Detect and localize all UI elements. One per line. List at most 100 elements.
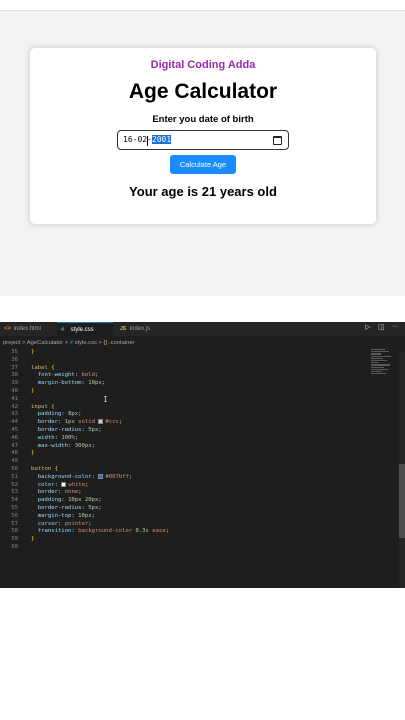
- line-number: 42: [11, 403, 18, 410]
- page-title: Age Calculator: [128, 80, 278, 103]
- code-line: }: [31, 450, 365, 458]
- brand-name: Digital Coding Adda: [150, 59, 256, 71]
- text-cursor: [147, 136, 148, 146]
- code-token: solid: [74, 419, 99, 426]
- code-editor: <> index.html # style.css JS index.js ▷ …: [0, 322, 405, 588]
- code-line: width: 100%;: [31, 435, 365, 443]
- minimap-line: [371, 351, 389, 353]
- code-line: }: [31, 388, 365, 396]
- run-icon[interactable]: ▷: [365, 323, 370, 331]
- code-line: input {: [31, 404, 365, 412]
- code-line: border: 1px solid #ccc;: [31, 419, 365, 427]
- code-token: padding: [31, 411, 62, 418]
- tab-style-css[interactable]: # style.css: [57, 322, 113, 336]
- color-swatch[interactable]: [98, 419, 104, 425]
- minimap[interactable]: [371, 349, 393, 389]
- code-token: 5px: [88, 504, 99, 511]
- code-token: 8px: [68, 411, 79, 418]
- code-token: 300px: [74, 442, 92, 449]
- calendar-icon[interactable]: [273, 136, 282, 145]
- line-number: 58: [11, 528, 18, 535]
- vertical-scrollbar[interactable]: [399, 352, 405, 588]
- line-number: 38: [11, 372, 18, 379]
- color-swatch[interactable]: [98, 473, 104, 479]
- minimap-line: [371, 362, 379, 364]
- code-token: :: [74, 372, 82, 379]
- line-number: 36: [11, 356, 18, 363]
- minimap-line: [371, 357, 383, 359]
- calculator-card: Digital Coding Adda Age Calculator Enter…: [30, 48, 376, 224]
- code-token: ;: [88, 520, 92, 527]
- html-file-icon: <>: [4, 326, 12, 332]
- line-number: 56: [11, 512, 18, 519]
- breadcrumb-folder[interactable]: AgeCalculator: [27, 340, 63, 346]
- code-token: :: [54, 481, 62, 488]
- code-area[interactable]: } label { font-weight: bold; margin-botto…: [31, 349, 365, 552]
- code-token: border: [31, 419, 58, 426]
- code-line: transition: background-color 0.3s ease;: [31, 528, 365, 536]
- code-token: 10px: [88, 380, 102, 387]
- code-token: ;: [98, 497, 102, 504]
- code-token: input: [31, 403, 52, 410]
- code-token: label: [31, 364, 52, 371]
- color-swatch[interactable]: [61, 481, 67, 487]
- code-token: margin-bottom: [31, 380, 82, 387]
- code-line: background-color: #007bff;: [31, 473, 365, 482]
- code-token: background-color: [31, 473, 92, 480]
- line-number: 52: [11, 481, 18, 488]
- code-token: bold: [81, 372, 96, 379]
- code-token: background-color: [78, 528, 136, 535]
- dob-date-input[interactable]: 16-02-2001: [117, 130, 289, 150]
- code-token: {: [51, 403, 55, 410]
- css-file-icon: #: [61, 327, 65, 333]
- code-token: ;: [165, 528, 170, 535]
- calculate-age-button[interactable]: Calculate Age: [170, 155, 236, 174]
- minimap-line: [371, 359, 387, 362]
- code-token: ;: [74, 434, 79, 441]
- code-token: transition: [31, 528, 72, 535]
- line-number: 48: [11, 450, 18, 457]
- code-token: none: [64, 489, 79, 496]
- code-token: #007bff: [105, 473, 129, 480]
- code-token: :: [57, 520, 65, 527]
- breadcrumb-project[interactable]: project: [3, 340, 20, 346]
- breadcrumb: project > AgeCalculator > # style.css > …: [0, 337, 405, 349]
- code-token: 10px: [78, 512, 92, 519]
- selector-icon: {}: [103, 340, 108, 346]
- code-token: 100%: [61, 434, 75, 441]
- code-line: border: none;: [31, 489, 365, 497]
- split-editor-icon[interactable]: ◫: [378, 323, 385, 331]
- browser-top-strip: [0, 0, 405, 11]
- code-token: :: [57, 419, 65, 426]
- js-file-icon: JS: [120, 326, 127, 332]
- code-line: padding: 10px 20px;: [31, 497, 365, 505]
- minimap-line: [371, 370, 382, 373]
- scrollbar-thumb[interactable]: [399, 464, 405, 538]
- code-token: :: [57, 489, 65, 496]
- code-token: font-weight: [31, 372, 75, 379]
- code-token: 0.3s: [135, 528, 149, 535]
- line-number: 43: [11, 411, 18, 418]
- code-line: margin-top: 10px;: [31, 513, 365, 521]
- line-number: 41: [11, 395, 18, 402]
- code-token: color: [31, 481, 55, 488]
- line-number: 53: [11, 489, 18, 496]
- code-token: border-radius: [31, 426, 82, 433]
- tab-index-js[interactable]: JS index.js: [116, 322, 166, 336]
- code-line: }: [31, 349, 365, 357]
- line-number: 39: [11, 380, 18, 387]
- code-line: color: white;: [31, 481, 365, 490]
- breadcrumb-separator: >: [98, 340, 102, 346]
- code-token: margin-top: [31, 512, 72, 519]
- code-token: #ccc: [105, 419, 119, 426]
- breadcrumb-symbol[interactable]: .container: [109, 340, 134, 346]
- tab-label: index.html: [13, 326, 42, 332]
- line-number: 47: [11, 442, 18, 449]
- more-actions-icon[interactable]: ···: [391, 323, 398, 330]
- breadcrumb-file[interactable]: style.css: [75, 340, 97, 346]
- tab-index-html[interactable]: <> index.html: [0, 322, 56, 336]
- code-token: }: [31, 536, 35, 543]
- code-token: ;: [101, 380, 106, 387]
